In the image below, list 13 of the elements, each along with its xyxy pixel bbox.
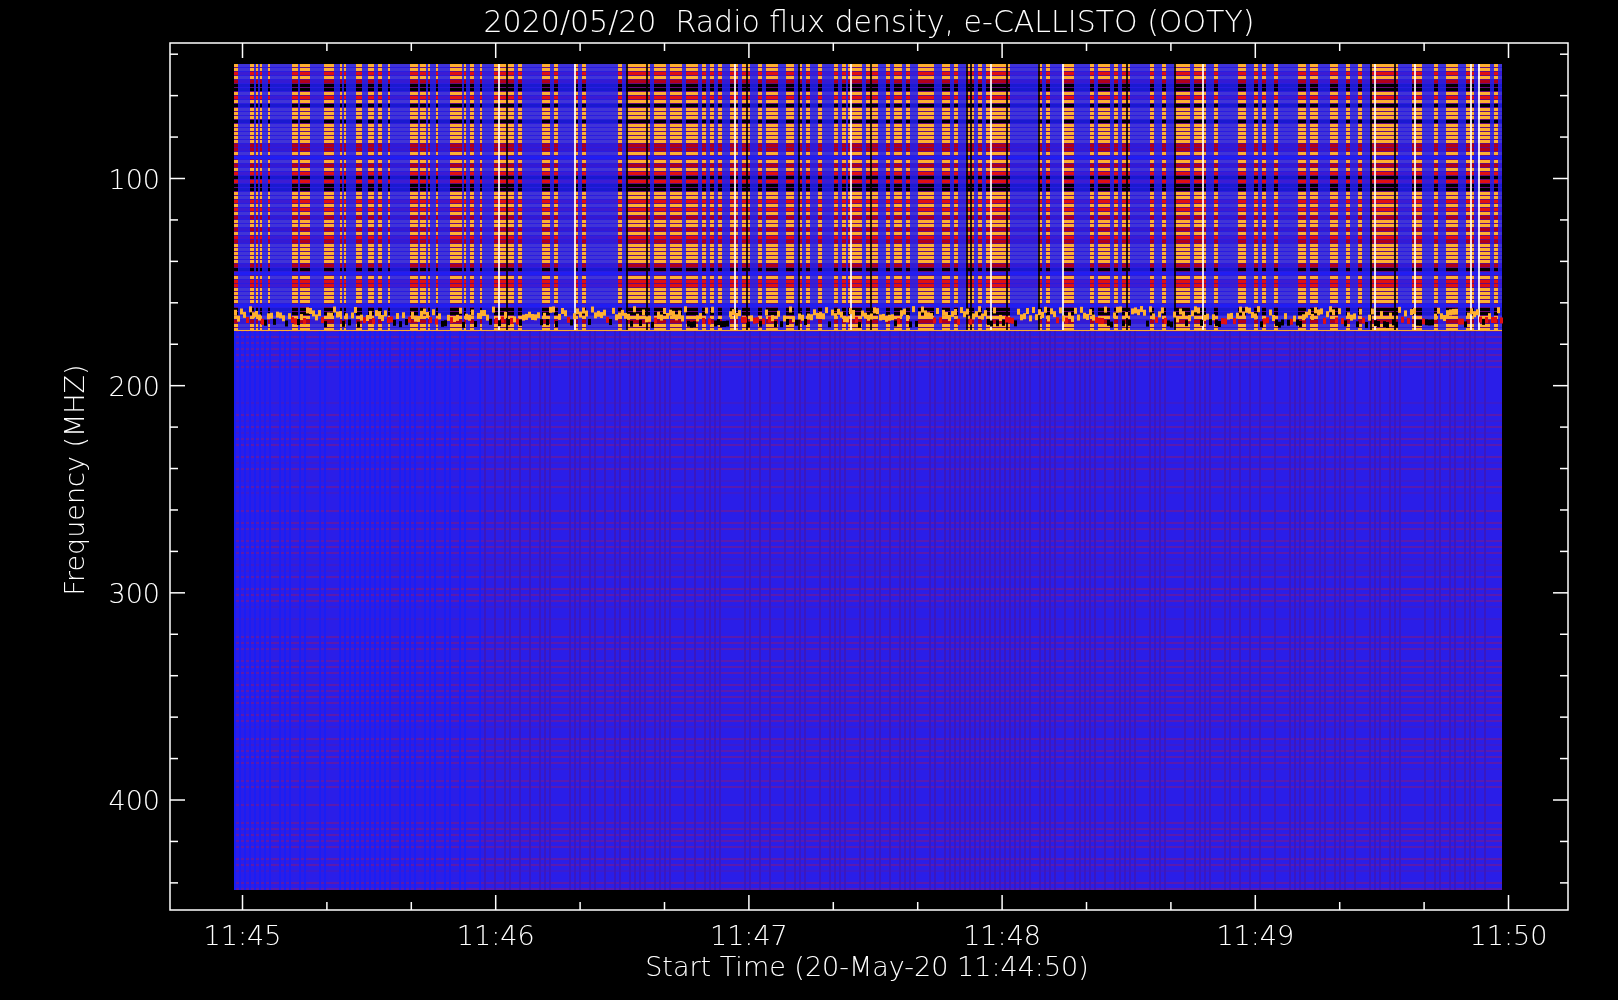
y-tick-label: 300 [108,577,160,609]
x-tick-label: 11:49 [1216,920,1295,951]
x-tick-label: 11:50 [1469,920,1548,951]
x-tick-label: 11:47 [710,920,788,951]
y-tick-label: 200 [108,370,160,402]
x-axis-label: Start Time (20-May-20 11:44:50) [645,951,1089,982]
chart-title: 2020/05/20 Radio flux density, e-CALLISTO (OOTY) [483,4,1255,39]
x-tick-label: 11:45 [203,920,282,951]
y-tick-label: 100 [108,163,160,195]
x-tick-label: 11:48 [963,920,1041,951]
y-tick-label: 400 [108,785,160,816]
x-tick-label: 11:46 [456,920,535,951]
y-axis-label: Frequency (MHZ) [59,364,90,596]
